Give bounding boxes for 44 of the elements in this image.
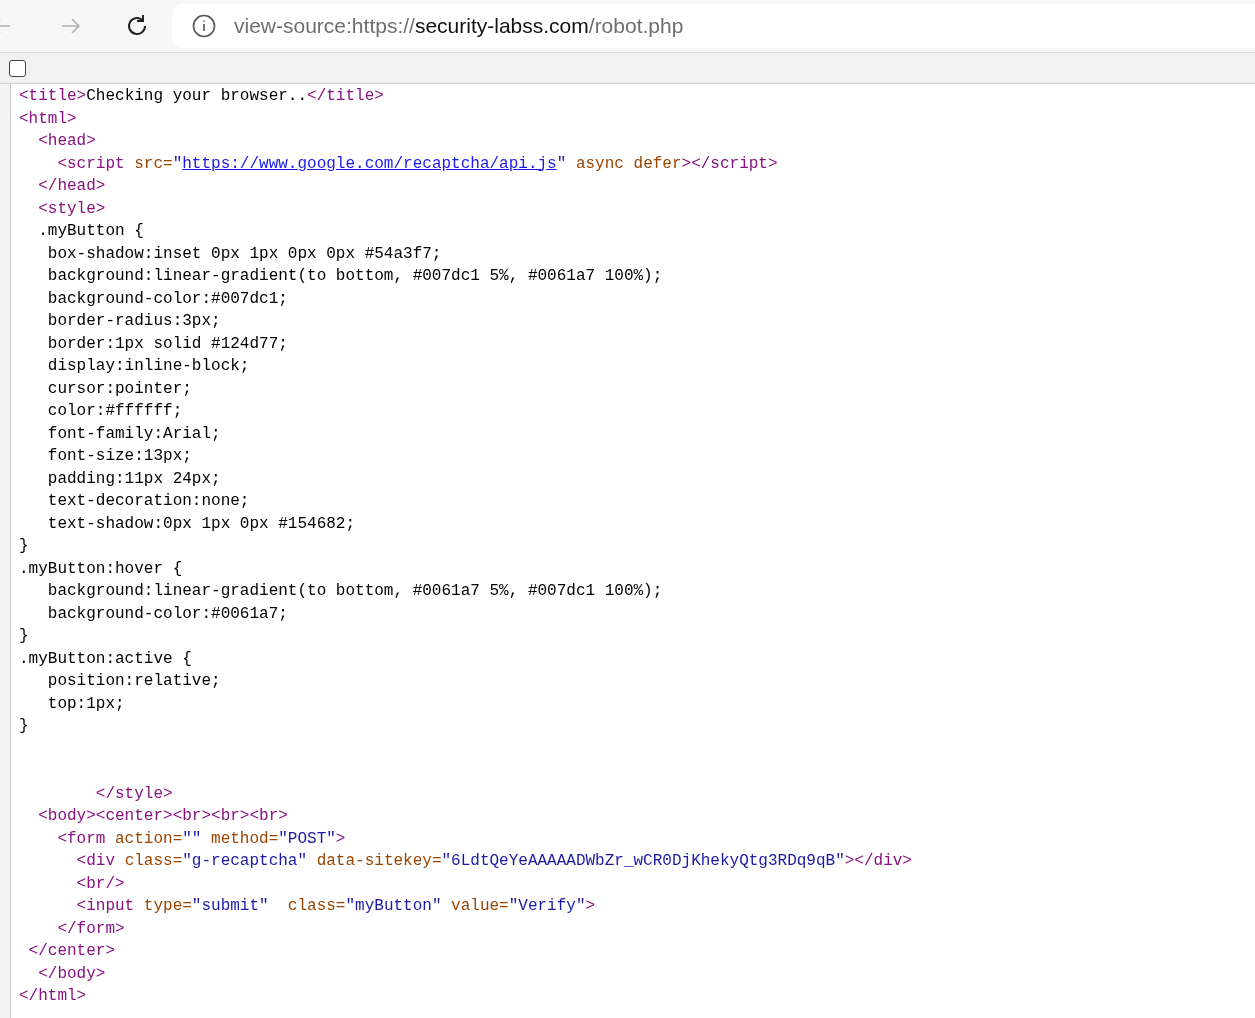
code-line: </body> <box>37 963 107 985</box>
code-line: <head> <box>37 131 97 152</box>
code-line: border:1px solid #124d77; <box>46 333 289 355</box>
code-line: background:linear-gradient(to bottom, #0061a7 5%, #007dc1 100%); <box>46 581 664 602</box>
code-line: text-shadow:0px 1px 0px #154682; <box>46 513 357 535</box>
code-line: display:inline-block; <box>46 356 251 377</box>
code-line: </head> <box>37 176 107 197</box>
code-line: <style> <box>37 198 107 220</box>
code-line: padding:11px 24px; <box>46 468 222 490</box>
code-line: .myButton:hover { <box>19 558 184 580</box>
code-line: <br/> <box>75 873 126 895</box>
code-line: } <box>19 536 30 557</box>
code-line: } <box>19 716 30 737</box>
code-line: <title>Checking your browser..</title> <box>19 86 385 107</box>
code-line: background-color:#007dc1; <box>46 288 289 310</box>
code-line: <script src="https://www.google.com/recaptcha/api.js" async defer></script> <box>56 153 779 175</box>
code-line: .myButton { <box>37 221 145 242</box>
code-line: </style> <box>94 783 174 805</box>
code-line: text-decoration:none; <box>46 491 251 512</box>
code-line: font-size:13px; <box>46 446 193 467</box>
code-line: <div class="g-recaptcha" data-sitekey="6LdtQeYeAAAAADWbZr_wCR0DjKhekyQtg3RDq9qB"></div> <box>75 851 912 872</box>
code-line: </form> <box>56 918 126 940</box>
code-line: } <box>19 626 30 647</box>
code-line: <body><center><br><br><br> <box>37 806 289 827</box>
code-line: </html> <box>19 986 88 1007</box>
address-text: view-source:https://security-labss.com/robot.php <box>234 14 684 38</box>
code-line: background:linear-gradient(to bottom, #007dc1 5%, #0061a7 100%); <box>46 266 664 287</box>
code-line: cursor:pointer; <box>46 378 193 400</box>
info-icon[interactable] <box>192 14 216 38</box>
source-link[interactable]: https://www.google.com/recaptcha/api.js <box>182 154 557 173</box>
code-line: top:1px; <box>46 693 126 715</box>
code-line: background-color:#0061a7; <box>46 603 289 625</box>
code-line: </center> <box>27 941 116 962</box>
code-line: border-radius:3px; <box>46 311 222 332</box>
address-bar[interactable]: view-source:https://security-labss.com/robot.php <box>172 4 1255 48</box>
code-line: position:relative; <box>46 671 222 692</box>
code-line: .myButton:active { <box>19 648 193 670</box>
code-line: box-shadow:inset 0px 1px 0px 0px #54a3f7; <box>46 243 443 265</box>
code-line: color:#ffffff; <box>46 401 184 422</box>
code-line: font-family:Arial; <box>46 423 222 445</box>
line-wrap-checkbox[interactable] <box>9 59 26 77</box>
code-line: <form action="" method="POST"> <box>56 828 347 850</box>
code-line: <input type="submit" class="myButton" value="Verify"> <box>75 896 597 917</box>
code-line: <html> <box>19 108 78 130</box>
